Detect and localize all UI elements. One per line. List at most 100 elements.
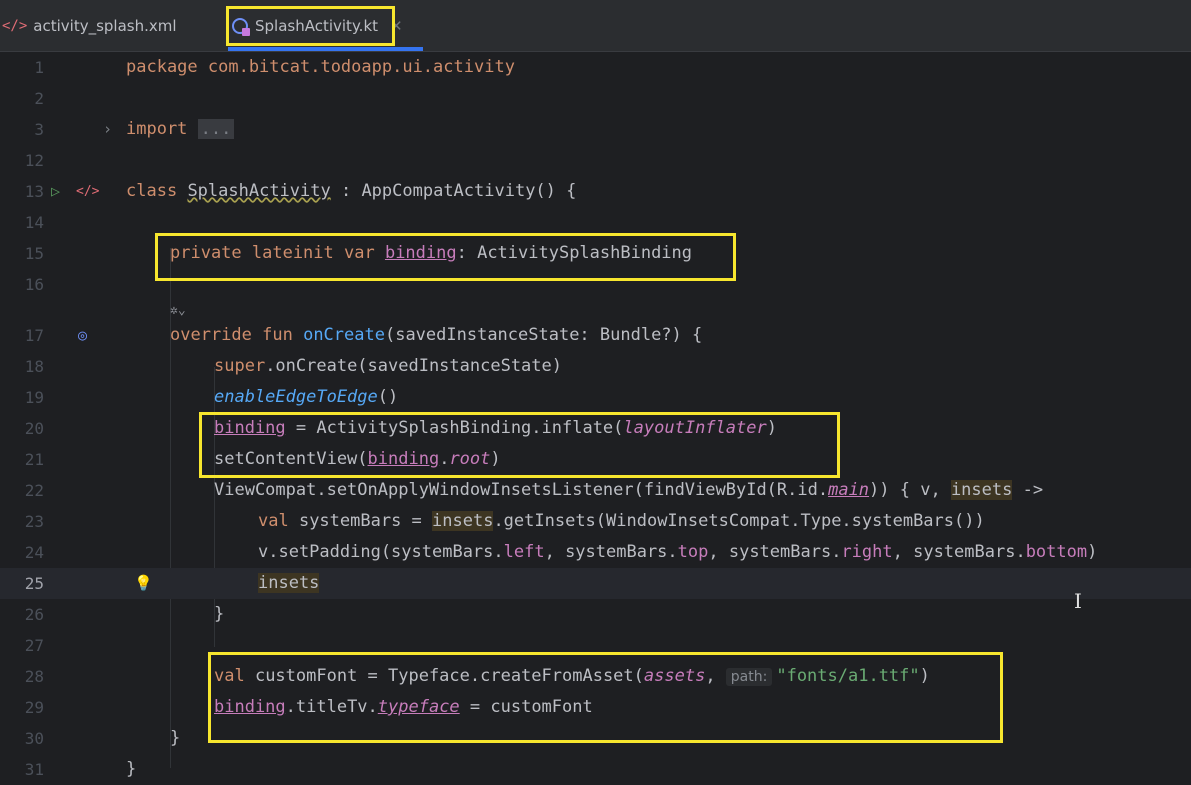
token: override fun — [170, 325, 293, 345]
layout-gutter-icon[interactable]: </> — [76, 176, 99, 207]
token: import — [126, 119, 188, 139]
code-text: binding.titleTv.typeface = customFont — [214, 692, 593, 723]
token: top — [677, 542, 709, 562]
code-text: package com.bitcat.todoapp.ui.activity — [126, 52, 515, 83]
line-number: 28 — [24, 667, 44, 686]
token: , systemBars. — [708, 542, 842, 562]
token: val — [258, 511, 289, 531]
token: customFont = Typeface.createFromAsset( — [244, 666, 644, 686]
token: , systemBars. — [892, 542, 1026, 562]
tab-label: activity_splash.xml — [33, 17, 177, 35]
token: assets — [643, 666, 706, 686]
token: : AppCompatActivity() { — [330, 181, 577, 201]
line-number: 17 — [24, 326, 44, 345]
code-text: class SplashActivity : AppCompatActivity… — [126, 176, 576, 207]
token: .onCreate(savedInstanceState) — [265, 356, 562, 376]
code-line: 29 binding.titleTv.typeface = customFont — [0, 692, 1191, 723]
line-number: 13 — [24, 182, 44, 201]
token: insets — [258, 573, 320, 593]
code-line: 13 ▷ </> class SplashActivity : AppCompa… — [0, 176, 1191, 207]
code-line: 21 setContentView(binding.root) — [0, 444, 1191, 475]
lightbulb-icon[interactable]: 💡 — [134, 568, 153, 599]
token: systemBars = — [288, 511, 433, 531]
token: . — [439, 449, 450, 469]
code-line: 27 — [0, 630, 1191, 661]
token: binding — [367, 449, 440, 469]
token: super — [214, 356, 266, 376]
token: left — [503, 542, 545, 562]
code-line: 31 } — [0, 754, 1191, 785]
parameter-hint: path: — [725, 668, 773, 686]
code-text: } — [214, 599, 224, 630]
token: ) — [1087, 542, 1098, 562]
code-line: 14 — [0, 207, 1191, 238]
token: private lateinit var — [170, 243, 375, 263]
code-line: 28 val customFont = Typeface.createFromA… — [0, 661, 1191, 692]
line-number: 19 — [24, 388, 44, 407]
line-number: 27 — [24, 636, 44, 655]
tab-label: SplashActivity.kt — [255, 17, 379, 35]
token: setContentView( — [214, 449, 368, 469]
code-line: 20 binding = ActivitySplashBinding.infla… — [0, 413, 1191, 444]
editor-tab-bar: </> activity_splash.xml SplashActivity.k… — [0, 0, 1191, 52]
token: } — [170, 728, 181, 748]
token: typeface — [377, 697, 460, 717]
token: binding — [214, 697, 286, 717]
code-text: v.setPadding(systemBars.left, systemBars… — [258, 537, 1097, 568]
code-text: override fun onCreate(savedInstanceState… — [170, 320, 702, 351]
code-text: setContentView(binding.root) — [214, 444, 501, 475]
code-line: 2 — [0, 83, 1191, 114]
token: } — [126, 759, 137, 779]
xml-file-icon: </> — [2, 18, 28, 34]
line-number: 16 — [24, 275, 44, 294]
token: insets — [432, 511, 494, 531]
token: binding — [384, 243, 457, 263]
code-text: } — [126, 754, 136, 785]
token: enableEdgeToEdge — [214, 387, 378, 407]
line-number: 18 — [24, 357, 44, 376]
line-number: 26 — [24, 605, 44, 624]
token: ViewCompat.setOnApplyWindowInsetsListene… — [214, 480, 829, 500]
line-number: 1 — [34, 58, 44, 77]
code-line-current: 25 💡 insets — [0, 568, 1191, 599]
code-text: binding = ActivitySplashBinding.inflate(… — [214, 413, 777, 444]
chevron-right-icon[interactable]: › — [103, 114, 112, 145]
code-text: import ... — [126, 114, 235, 145]
text-cursor-icon: I — [1074, 589, 1082, 613]
token: root — [449, 449, 491, 469]
line-number: 2 — [34, 89, 44, 108]
token: val — [214, 666, 245, 686]
line-number: 24 — [24, 543, 44, 562]
code-text: private lateinit var binding: ActivitySp… — [170, 238, 692, 269]
line-number: 30 — [24, 729, 44, 748]
token: } — [214, 604, 225, 624]
line-number: 21 — [24, 450, 44, 469]
override-gutter-icon[interactable]: ◎ — [78, 320, 87, 351]
line-number: 22 — [24, 481, 44, 500]
line-number: 31 — [24, 760, 44, 779]
code-line: 23 val systemBars = insets.getInsets(Win… — [0, 506, 1191, 537]
code-text: insets — [258, 568, 320, 599]
code-line: 24 v.setPadding(systemBars.left, systemB… — [0, 537, 1191, 568]
code-text: } — [170, 723, 180, 754]
active-tab-indicator — [228, 47, 423, 51]
token: () — [377, 387, 399, 407]
tab-activity-splash-xml[interactable]: </> activity_splash.xml — [2, 0, 177, 52]
token: SplashActivity — [187, 181, 331, 201]
token: ) — [766, 418, 777, 438]
tab-splash-activity-kt[interactable]: SplashActivity.kt ✕ — [232, 0, 403, 52]
token: , systemBars. — [544, 542, 678, 562]
kotlin-class-icon — [232, 18, 250, 36]
code-editor[interactable]: 1 package com.bitcat.todoapp.ui.activity… — [0, 52, 1191, 785]
token: binding — [214, 418, 286, 438]
run-gutter-icon[interactable]: ▷ — [51, 176, 60, 207]
code-line: 26 } — [0, 599, 1191, 630]
close-icon[interactable]: ✕ — [390, 17, 403, 35]
token: -> — [1012, 480, 1044, 500]
token: main — [828, 480, 870, 500]
token: = ActivitySplashBinding.inflate( — [285, 418, 624, 438]
code-line: 30 } — [0, 723, 1191, 754]
token: )) { v, — [869, 480, 951, 500]
folded-imports[interactable]: ... — [197, 119, 235, 139]
code-text: val systemBars = insets.getInsets(Window… — [258, 506, 985, 537]
